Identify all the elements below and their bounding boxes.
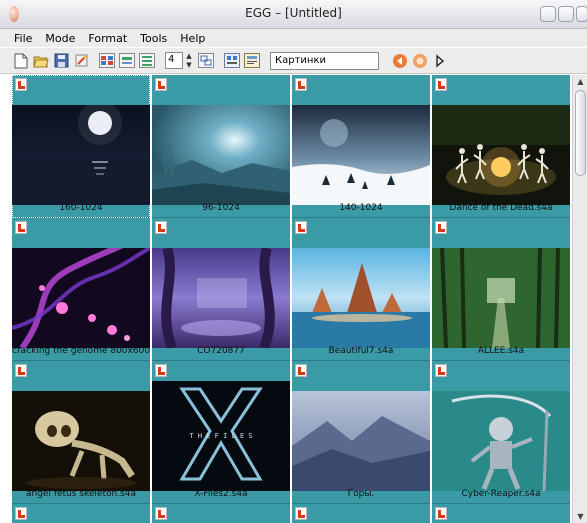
minimize-button[interactable] [540, 6, 556, 22]
view-details-icon[interactable] [119, 53, 135, 69]
maximize-button[interactable] [558, 6, 574, 22]
file-type-icon [155, 78, 167, 91]
thumbnail-caption: 96-1024 [202, 203, 240, 213]
thumbnail-caption: 140-1024 [339, 203, 383, 213]
stepper-up-icon[interactable]: ▲ [186, 52, 191, 60]
menu-file[interactable]: File [14, 32, 32, 45]
thumbnail-item[interactable]: Beautiful7.s4a [292, 218, 430, 361]
title-bar: EGG – [Untitled] [0, 0, 587, 29]
thumbnail-grid-area: 160-1024 96-1024 140-1024 Dance of the D… [10, 75, 570, 523]
thumbnail-image[interactable] [12, 248, 150, 348]
thumbnail-image[interactable] [432, 248, 570, 348]
thumbnail-item[interactable]: CO720877 [152, 218, 290, 361]
file-type-icon [295, 364, 307, 377]
menu-format[interactable]: Format [88, 32, 127, 45]
stop-icon[interactable] [411, 52, 428, 69]
close-button[interactable] [576, 6, 587, 22]
open-folder-icon[interactable] [33, 53, 49, 69]
prev-icon[interactable] [391, 52, 408, 69]
thumbnail-image[interactable] [292, 391, 430, 491]
thumbnail-caption: cracking the genome 800x600.s4a [12, 346, 150, 356]
thumbnail-caption: Горы. [347, 489, 375, 499]
thumbnail-image[interactable] [12, 391, 150, 491]
menu-help[interactable]: Help [180, 32, 205, 45]
file-type-icon [155, 507, 167, 520]
new-file-icon[interactable] [13, 53, 29, 69]
scroll-down-icon[interactable]: ▼ [574, 510, 587, 523]
thumbnail-grid: 160-1024 96-1024 140-1024 Dance of the D… [12, 75, 570, 523]
file-type-icon [15, 78, 27, 91]
file-type-icon [15, 364, 27, 377]
thumbnail-item[interactable] [432, 504, 570, 523]
file-type-icon [295, 221, 307, 234]
thumbnail-caption: CO720877 [197, 346, 245, 356]
thumbnail-image[interactable] [152, 248, 290, 348]
thumbnail-caption: angel fetus skeleton.s4a [25, 489, 136, 499]
file-type-icon [15, 221, 27, 234]
thumbnail-caption: 160-1024 [59, 203, 103, 213]
wizard-icon[interactable] [73, 53, 89, 69]
thumbnail-image[interactable] [12, 105, 150, 205]
file-type-icon [435, 507, 447, 520]
menu-mode[interactable]: Mode [45, 32, 75, 45]
fit-window-icon[interactable] [198, 53, 214, 69]
thumbnail-item[interactable] [152, 504, 290, 523]
scrollbar-thumb[interactable] [575, 90, 586, 176]
thumb-count-stepper[interactable]: ▲ ▼ [184, 52, 194, 69]
file-type-icon [435, 78, 447, 91]
xfiles-logo-text: T H E F I L E S [189, 432, 252, 440]
thumbnail-image[interactable] [432, 391, 570, 491]
file-type-icon [435, 221, 447, 234]
file-type-icon [155, 364, 167, 377]
window-title: EGG – [Untitled] [245, 6, 342, 20]
thumbnail-item[interactable]: Cyber-Reaper.s4a [432, 361, 570, 504]
thumbnail-image[interactable] [432, 105, 570, 205]
stepper-down-icon[interactable]: ▼ [186, 61, 191, 69]
settings-icon[interactable] [224, 53, 240, 69]
thumbnail-item[interactable]: Горы. [292, 361, 430, 504]
file-type-icon [15, 507, 27, 520]
view-list-icon[interactable] [139, 53, 155, 69]
view-icons-icon[interactable] [99, 53, 115, 69]
thumbnail-image[interactable] [292, 248, 430, 348]
save-icon[interactable] [53, 53, 69, 69]
menu-bar: File Mode Format Tools Help [0, 29, 587, 47]
thumbnail-caption: ALLEE.s4a [477, 346, 525, 356]
vertical-scrollbar[interactable]: ▲ ▼ [572, 75, 587, 523]
thumbnail-item[interactable]: Dance of the Dead.s4a [432, 75, 570, 218]
thumbnail-item[interactable] [12, 504, 150, 523]
print-icon[interactable] [244, 53, 260, 69]
thumbnail-image[interactable]: T H E F I L E S [152, 381, 290, 491]
thumbnail-item[interactable]: 140-1024 [292, 75, 430, 218]
next-icon[interactable] [431, 52, 448, 69]
thumbnail-item[interactable]: angel fetus skeleton.s4a [12, 361, 150, 504]
thumbnail-item[interactable]: 160-1024 [12, 75, 150, 218]
thumb-count-field[interactable]: 4 [165, 52, 183, 69]
toolbar: 4 ▲ ▼ Картинки [0, 48, 587, 74]
file-type-icon [435, 364, 447, 377]
thumbnail-caption: Dance of the Dead.s4a [449, 203, 553, 213]
menu-tools[interactable]: Tools [140, 32, 167, 45]
thumbnail-image[interactable] [152, 105, 290, 205]
thumbnail-item[interactable]: T H E F I L E S X-Files2.s4a [152, 361, 290, 504]
thumbnail-caption: Beautiful7.s4a [328, 346, 394, 356]
file-type-icon [295, 507, 307, 520]
file-type-icon [155, 221, 167, 234]
thumbnail-item[interactable]: 96-1024 [152, 75, 290, 218]
file-type-icon [295, 78, 307, 91]
thumbnail-item[interactable]: ALLEE.s4a [432, 218, 570, 361]
thumbnail-caption: Cyber-Reaper.s4a [461, 489, 541, 499]
scroll-up-icon[interactable]: ▲ [574, 75, 587, 88]
thumbnail-item[interactable]: cracking the genome 800x600.s4a [12, 218, 150, 361]
thumbnail-caption: X-Files2.s4a [194, 489, 248, 499]
thumbnail-image[interactable] [292, 105, 430, 205]
category-field[interactable]: Картинки [270, 51, 379, 70]
thumbnail-item[interactable] [292, 504, 430, 523]
